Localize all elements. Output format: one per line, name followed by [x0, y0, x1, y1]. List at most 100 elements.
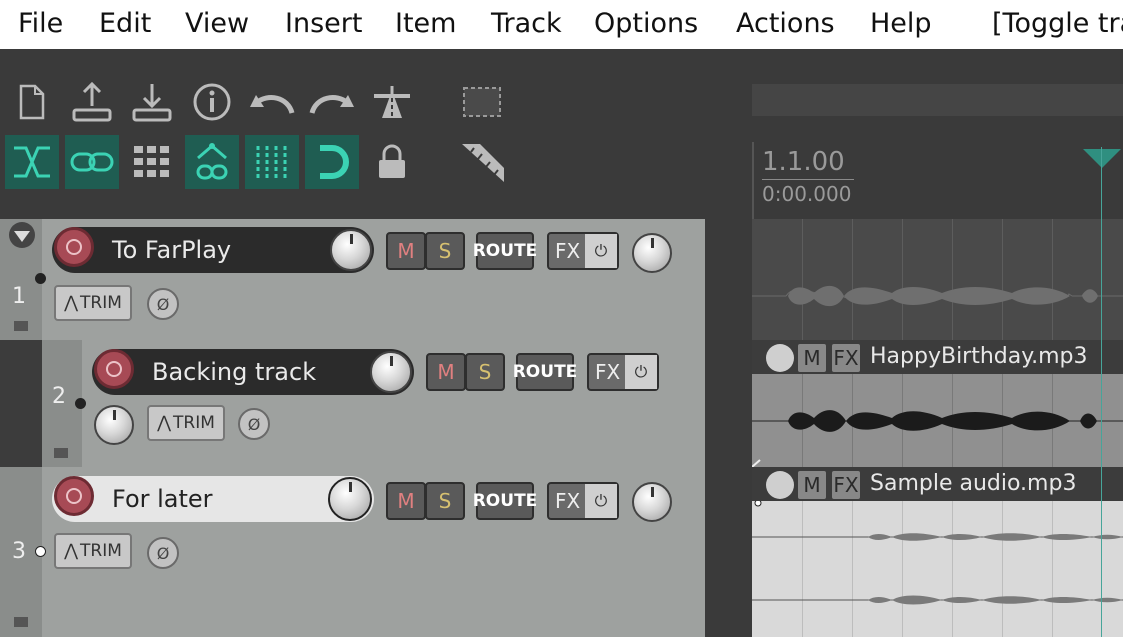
track-panel-1[interactable]: 1 To FarPlay M S ROUTE FX ⏻ ⋀ TRIM Ø: [0, 219, 705, 340]
record-arm-button[interactable]: [54, 476, 94, 516]
track-name-field[interactable]: For later: [52, 476, 374, 522]
item-fx-button[interactable]: FX: [832, 471, 860, 499]
track-fx-dot[interactable]: [35, 546, 46, 557]
link-icon[interactable]: [65, 135, 119, 189]
menu-options[interactable]: Options: [594, 8, 698, 39]
fx-label: FX: [595, 360, 621, 384]
crossfade-icon[interactable]: [5, 135, 59, 189]
item-volume-knob[interactable]: [766, 471, 794, 499]
track-name-field[interactable]: Backing track: [92, 349, 414, 395]
route-button[interactable]: ROUTE: [473, 232, 537, 270]
volume-knob[interactable]: [370, 351, 412, 393]
menu-track[interactable]: Track: [491, 8, 562, 39]
solo-button[interactable]: S: [465, 353, 505, 391]
trim-automation-button[interactable]: ⋀ TRIM: [147, 405, 225, 441]
solo-button[interactable]: S: [425, 232, 465, 270]
media-item-header[interactable]: M FX Sample audio.mp3: [752, 467, 1123, 501]
item-volume-knob[interactable]: [766, 344, 794, 372]
envelope-icon: ⋀: [64, 293, 79, 313]
fx-bypass-icon[interactable]: ⏻: [585, 234, 617, 268]
fx-label: FX: [555, 489, 581, 513]
trim-automation-button[interactable]: ⋀ TRIM: [54, 533, 132, 569]
track-name: Backing track: [152, 358, 317, 386]
pan-knob[interactable]: [632, 233, 672, 273]
track-lane-1[interactable]: [752, 219, 1123, 340]
folder-icon[interactable]: [54, 448, 68, 458]
trim-label: TRIM: [173, 413, 215, 433]
metronome-road-icon[interactable]: [365, 75, 419, 129]
menu-view[interactable]: View: [185, 8, 249, 39]
ruler-ripple-icon[interactable]: [455, 135, 509, 189]
envelope-icon: ⋀: [64, 541, 79, 561]
track-panel-3[interactable]: 3 For later M S ROUTE FX ⏻ ⋀ TRIM Ø: [0, 467, 705, 637]
fx-button[interactable]: FX ⏻: [547, 482, 619, 520]
volume-knob[interactable]: [330, 229, 372, 271]
phase-invert-button[interactable]: Ø: [147, 288, 179, 320]
fx-label: FX: [555, 239, 581, 263]
track-panel-2[interactable]: 2 Backing track M S ROUTE FX ⏻ ⋀ TRIM Ø: [0, 340, 705, 467]
item-grouping-icon[interactable]: [185, 135, 239, 189]
record-arm-button[interactable]: [94, 349, 134, 389]
open-download-icon[interactable]: [125, 75, 179, 129]
timeline-ruler[interactable]: 1.1.00 0:00.000: [752, 49, 1123, 219]
menu-help[interactable]: Help: [870, 8, 932, 39]
track-name: To FarPlay: [112, 236, 232, 264]
route-label: ROUTE: [472, 491, 538, 511]
phase-invert-button[interactable]: Ø: [147, 537, 179, 569]
info-icon[interactable]: [185, 75, 239, 129]
item-mute-button[interactable]: M: [798, 344, 826, 372]
snap-grid-icon[interactable]: [245, 135, 299, 189]
item-waveform-stereo: [752, 501, 1123, 605]
menu-toggle-track[interactable]: [Toggle tra: [992, 8, 1123, 39]
record-arm-button[interactable]: [54, 227, 94, 267]
menu-edit[interactable]: Edit: [99, 8, 151, 39]
fx-button[interactable]: FX ⏻: [587, 353, 659, 391]
menu-actions[interactable]: Actions: [736, 8, 835, 39]
pan-knob[interactable]: [94, 405, 134, 445]
lock-icon[interactable]: [365, 135, 419, 189]
redo-icon[interactable]: [305, 75, 359, 129]
fx-button[interactable]: FX ⏻: [547, 232, 619, 270]
volume-knob[interactable]: [328, 477, 372, 521]
mute-button[interactable]: M: [386, 232, 426, 270]
folder-icon[interactable]: [14, 321, 28, 331]
ruler-region-strip[interactable]: [752, 84, 1123, 116]
menu-file[interactable]: File: [18, 8, 63, 39]
menu-item[interactable]: Item: [395, 8, 456, 39]
folder-collapse-icon[interactable]: [9, 222, 35, 248]
route-button[interactable]: ROUTE: [473, 482, 537, 520]
grid-icon[interactable]: [125, 135, 179, 189]
trim-automation-button[interactable]: ⋀ TRIM: [54, 285, 132, 321]
folder-icon[interactable]: [14, 617, 28, 627]
trim-label: TRIM: [80, 293, 122, 313]
marquee-select-icon[interactable]: [455, 75, 509, 129]
track-lane-3[interactable]: M FX Sample audio.mp3: [752, 467, 1123, 637]
solo-button[interactable]: S: [425, 482, 465, 520]
track-number: 1: [12, 284, 26, 309]
mute-button[interactable]: M: [386, 482, 426, 520]
route-button[interactable]: ROUTE: [513, 353, 577, 391]
new-project-icon[interactable]: [5, 75, 59, 129]
track-name-field[interactable]: To FarPlay: [52, 227, 374, 273]
mute-button[interactable]: M: [426, 353, 466, 391]
media-item-header[interactable]: M FX HappyBirthday.mp3: [752, 340, 1123, 374]
snap-magnet-icon[interactable]: [305, 135, 359, 189]
route-label: ROUTE: [472, 241, 538, 261]
ruler-divider: [762, 179, 854, 180]
menu-insert[interactable]: Insert: [285, 8, 362, 39]
main-toolbar: [0, 49, 752, 219]
phase-invert-button[interactable]: Ø: [238, 408, 270, 440]
item-fx-button[interactable]: FX: [832, 344, 860, 372]
item-mute-button[interactable]: M: [798, 471, 826, 499]
track-fx-dot[interactable]: [75, 398, 86, 409]
playhead-marker-icon[interactable]: [1083, 149, 1121, 168]
menu-bar: File Edit View Insert Item Track Options…: [0, 0, 1123, 49]
track-fx-dot[interactable]: [35, 273, 46, 284]
fx-bypass-icon[interactable]: ⏻: [585, 484, 617, 518]
save-upload-icon[interactable]: [65, 75, 119, 129]
tcp-gutter: [705, 219, 752, 637]
pan-knob[interactable]: [632, 482, 672, 522]
fx-bypass-icon[interactable]: ⏻: [625, 355, 657, 389]
undo-icon[interactable]: [245, 75, 299, 129]
track-lane-2[interactable]: M FX HappyBirthday.mp3: [752, 340, 1123, 467]
